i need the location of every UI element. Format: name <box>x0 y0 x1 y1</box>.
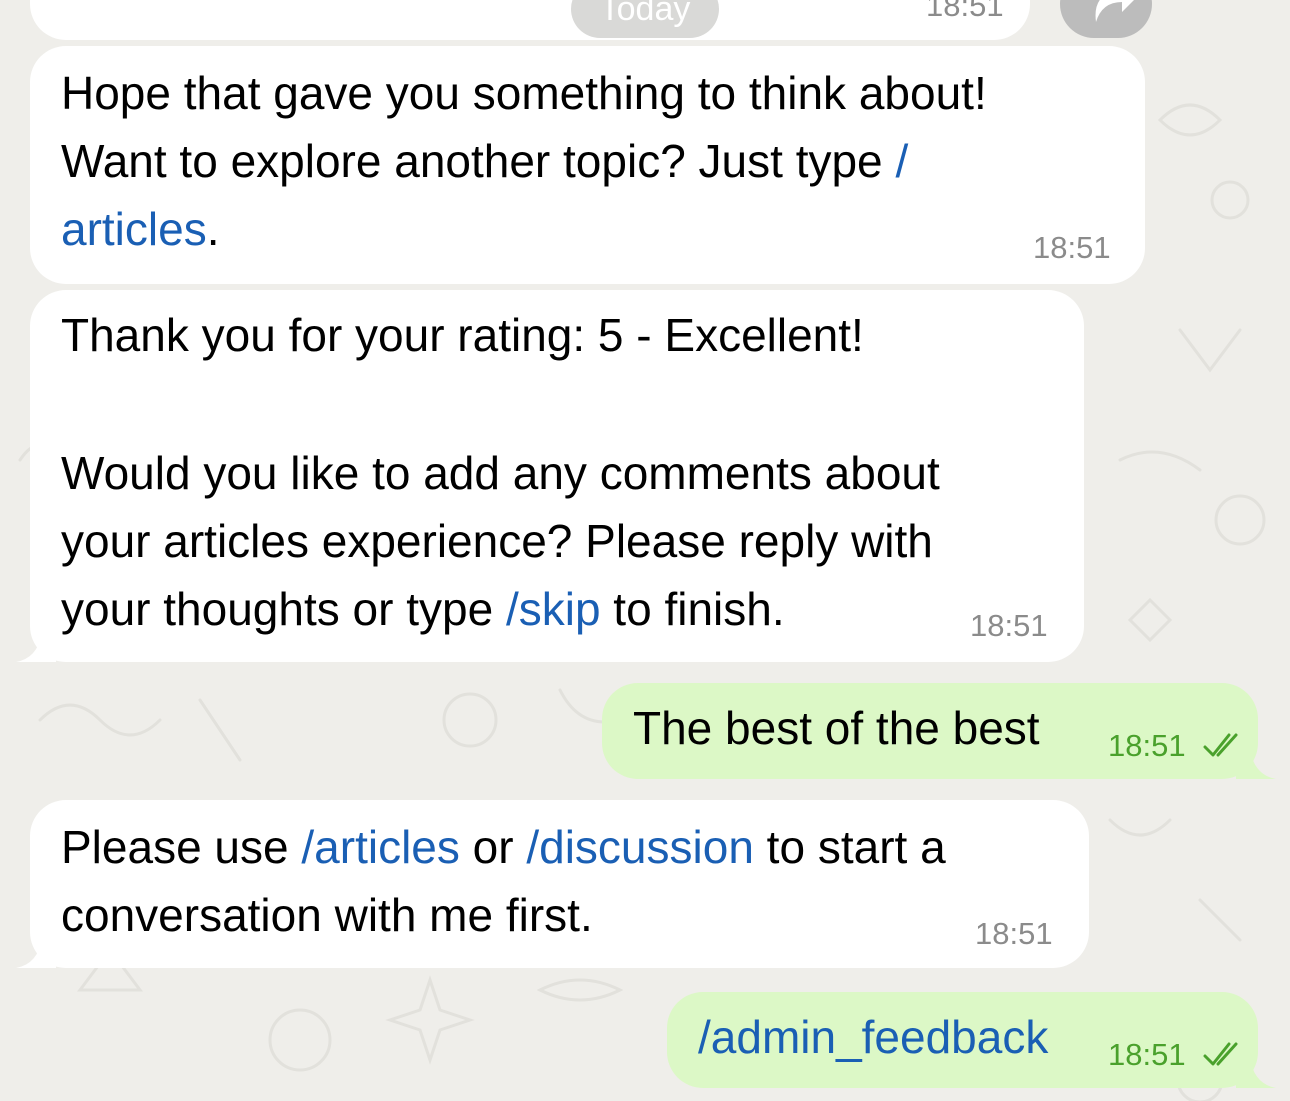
message-text: to finish. <box>600 583 785 635</box>
message-text: Want to explore another topic? Just type <box>61 135 896 187</box>
command-link[interactable]: /skip <box>506 583 601 635</box>
message-line: Thank you for your rating: 5 - Excellent… <box>61 301 864 369</box>
message-line: /admin_feedback <box>698 1003 1048 1071</box>
message-line: your thoughts or type /skip to finish. <box>61 575 785 643</box>
bubble-tail <box>1236 749 1276 779</box>
outgoing-message-bubble[interactable]: /admin_feedback 18:51 <box>667 992 1258 1088</box>
command-link[interactable]: /articles <box>301 821 459 873</box>
message-text: Please use <box>61 821 302 873</box>
message-text: your thoughts or type <box>61 583 506 635</box>
bubble-tail <box>16 632 56 662</box>
message-line: Hope that gave you something to think ab… <box>61 59 987 127</box>
message-text: . <box>206 203 220 255</box>
incoming-message-bubble[interactable]: Hope that gave you something to think ab… <box>30 46 1145 284</box>
message-time: 18:51 <box>1108 1037 1186 1072</box>
message-text: Hope that gave you something to think ab… <box>61 67 987 119</box>
date-separator: Today <box>571 0 719 38</box>
incoming-message-bubble[interactable]: Thank you for your rating: 5 - Excellent… <box>30 290 1084 662</box>
message-text: conversation with me first. <box>61 889 593 941</box>
command-link[interactable]: /admin_feedback <box>698 1011 1048 1063</box>
command-link[interactable]: articles <box>61 203 207 255</box>
message-line: Please use /articles or /discussion to s… <box>61 813 946 881</box>
message-time: 18:51 <box>1108 728 1186 763</box>
outgoing-message-bubble[interactable]: The best of the best 18:51 <box>602 683 1258 779</box>
message-line: your articles experience? Please reply w… <box>61 507 933 575</box>
message-time: 18:51 <box>926 0 1004 23</box>
command-link[interactable]: / <box>895 135 908 187</box>
message-time: 18:51 <box>975 916 1053 951</box>
message-line: Would you like to add any comments about <box>61 439 940 507</box>
message-line: articles. <box>61 195 220 263</box>
incoming-message-bubble[interactable]: Please use /articles or /discussion to s… <box>30 800 1089 968</box>
message-line: Want to explore another topic? Just type… <box>61 127 908 195</box>
message-text: to start a <box>753 821 946 873</box>
forward-arrow-icon <box>1095 0 1134 22</box>
message-text: your articles experience? Please reply w… <box>61 515 933 567</box>
message-time: 18:51 <box>1033 230 1111 265</box>
forward-button[interactable] <box>1060 0 1152 38</box>
bubble-tail <box>16 938 56 968</box>
previous-message-bubble: 18:51 <box>30 0 1030 40</box>
message-text: The best of the best <box>633 702 1040 754</box>
bubble-tail <box>1236 1058 1276 1088</box>
message-text: Thank you for your rating: 5 - Excellent… <box>61 309 864 361</box>
command-link[interactable]: /discussion <box>526 821 754 873</box>
message-text: Would you like to add any comments about <box>61 447 940 499</box>
message-line: conversation with me first. <box>61 881 593 949</box>
message-line: The best of the best <box>633 694 1040 762</box>
message-time: 18:51 <box>970 608 1048 643</box>
message-text: or <box>459 821 527 873</box>
